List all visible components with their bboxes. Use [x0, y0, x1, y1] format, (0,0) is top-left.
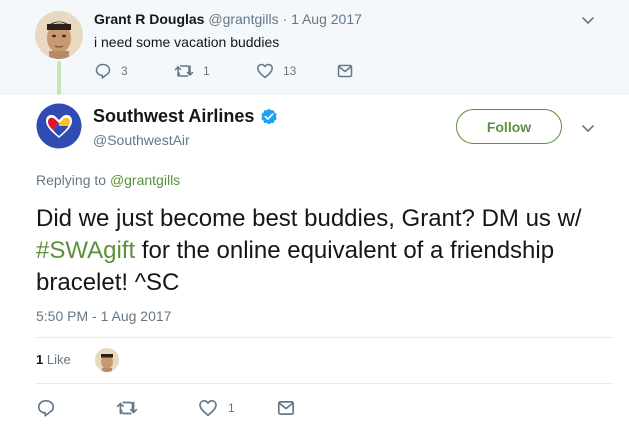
reply-icon [95, 63, 111, 79]
direct-message-button[interactable] [276, 398, 296, 418]
parent-tweet-text: i need some vacation buddies [94, 34, 280, 50]
reply-icon [37, 399, 55, 417]
follow-button[interactable]: Follow [456, 109, 562, 144]
liker-avatar[interactable] [95, 348, 119, 372]
parent-date[interactable]: 1 Aug 2017 [291, 11, 362, 27]
retweet-icon [116, 401, 138, 415]
like-count: 1 [228, 401, 235, 415]
envelope-icon [277, 401, 295, 415]
main-tweet-author[interactable]: Southwest Airlines [93, 106, 278, 127]
envelope-icon [337, 64, 353, 78]
reply-count: 3 [121, 64, 128, 78]
parent-tweet[interactable]: Grant R Douglas @grantgills · 1 Aug 2017… [0, 0, 629, 95]
southwest-logo-avatar[interactable] [36, 103, 82, 149]
heart-icon [257, 63, 273, 79]
main-handle[interactable]: @SouthwestAir [93, 132, 190, 148]
tweet-text-part-1: Did we just become best buddies, Grant? … [36, 205, 582, 232]
main-tweet-text: Did we just become best buddies, Grant? … [36, 203, 616, 299]
hashtag-link[interactable]: #SWAgift [36, 237, 135, 264]
retweet-button[interactable] [116, 398, 138, 418]
heart-icon [199, 399, 217, 417]
direct-message-button[interactable] [336, 62, 354, 80]
retweet-icon [174, 65, 194, 77]
replying-to-link[interactable]: @grantgills [110, 172, 180, 188]
replying-prefix: Replying to [36, 172, 107, 188]
divider [36, 383, 614, 384]
like-button[interactable]: 13 [256, 62, 296, 80]
tweet-timestamp[interactable]: 5:50 PM - 1 Aug 2017 [36, 308, 171, 324]
parent-handle[interactable]: @grantgills [208, 11, 278, 27]
parent-tweet-header: Grant R Douglas @grantgills · 1 Aug 2017 [94, 11, 362, 27]
like-button[interactable]: 1 [198, 398, 235, 418]
thread-connector-line [57, 61, 61, 95]
chevron-down-icon[interactable] [580, 12, 596, 28]
reply-button[interactable] [36, 398, 56, 418]
meta-separator: · [282, 11, 288, 27]
chevron-down-icon[interactable] [580, 120, 596, 136]
retweet-button[interactable]: 1 [174, 62, 210, 80]
like-count: 13 [283, 64, 297, 78]
reply-button[interactable]: 3 [94, 62, 128, 80]
retweet-count: 1 [203, 64, 210, 78]
like-stat-count: 1 [36, 352, 44, 367]
verified-badge-icon [261, 108, 278, 124]
like-stat-label: Like [46, 352, 71, 367]
like-stats[interactable]: 1 Like [36, 352, 71, 367]
main-display-name[interactable]: Southwest Airlines [93, 106, 254, 127]
parent-display-name[interactable]: Grant R Douglas [94, 11, 204, 27]
grant-avatar[interactable] [35, 11, 83, 59]
replying-to-line: Replying to @grantgills [36, 172, 180, 188]
divider [36, 337, 614, 338]
